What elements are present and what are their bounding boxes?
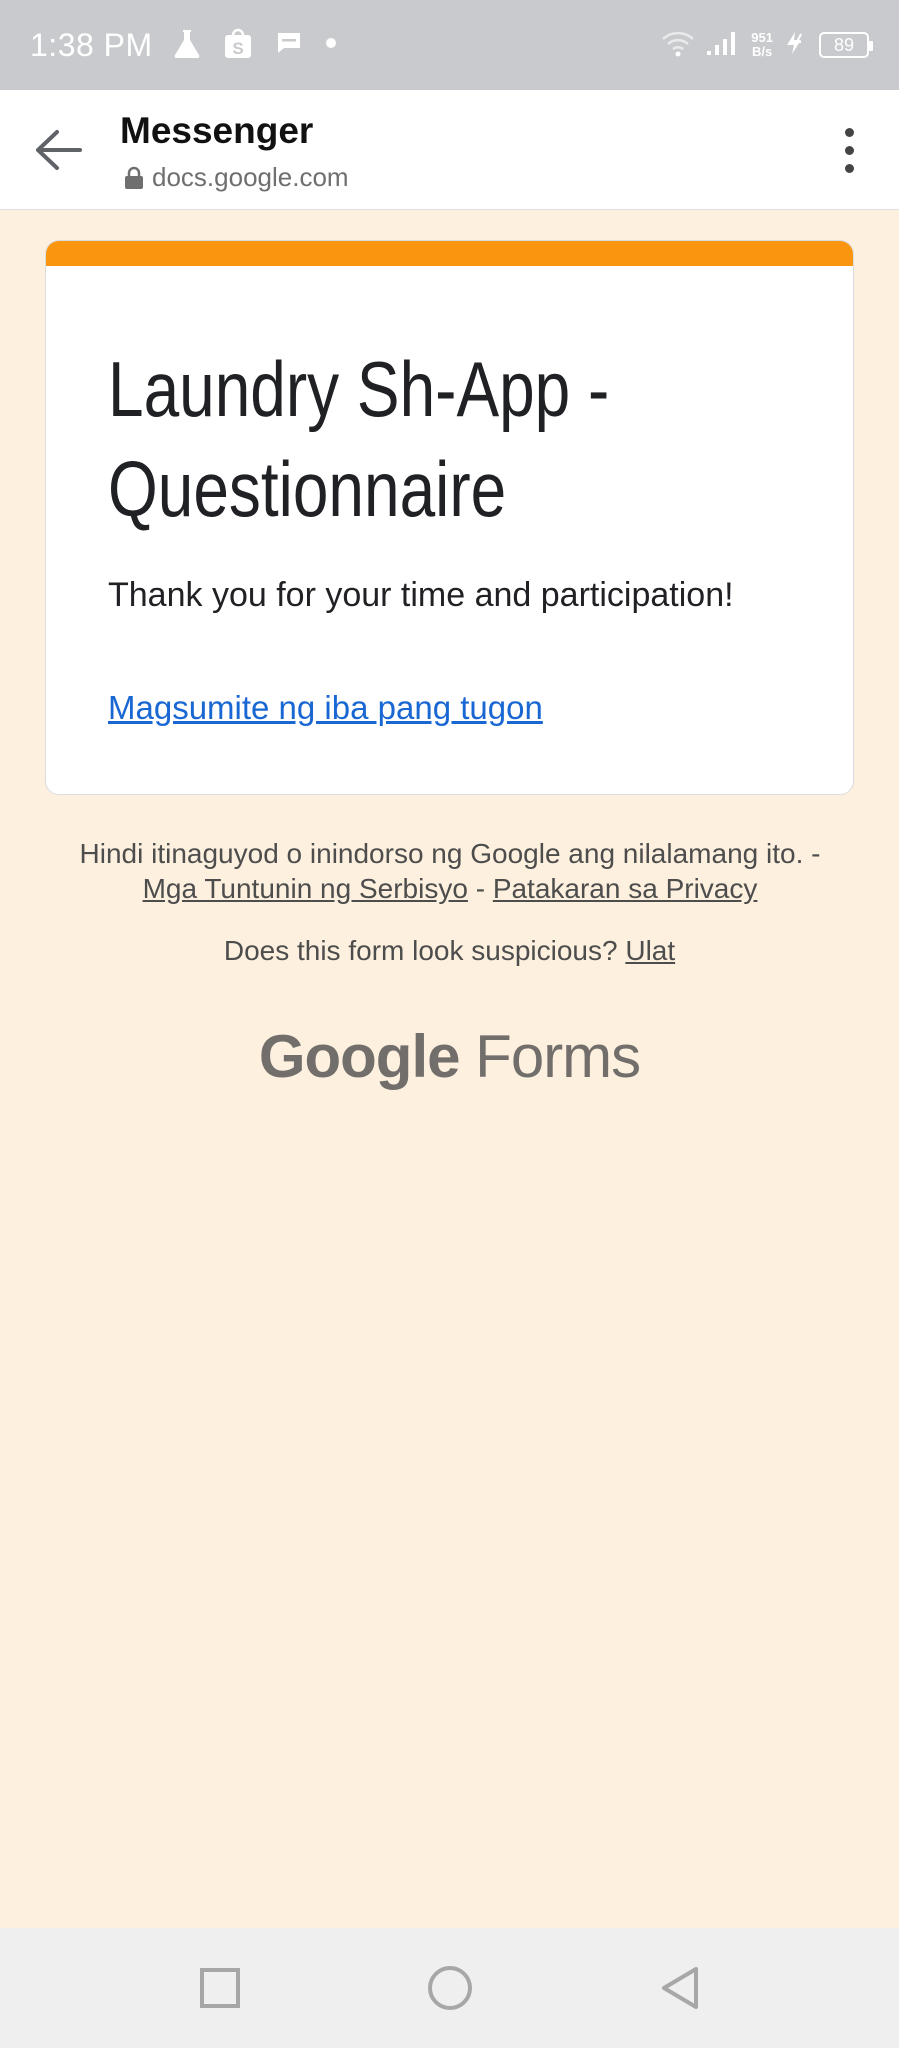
notification-icons: S [173,27,337,64]
form-title: Laundry Sh-App - Questionnaire [108,339,682,539]
google-forms-logo[interactable]: Google Forms [0,1022,899,1091]
submit-another-response-link[interactable]: Magsumite ng iba pang tugon [108,689,543,727]
google-disclaimer: Hindi itinaguyod o inindorso ng Google a… [60,836,840,906]
flask-icon [173,28,201,63]
wifi-icon [661,29,695,62]
dot-icon [325,36,337,54]
shopping-bag-icon: S [223,27,253,64]
url-text: docs.google.com [152,162,349,192]
disclaimer-separator: - [467,873,493,904]
system-nav-bar [0,1928,899,2048]
confirmation-message: Thank you for your time and participatio… [108,576,734,614]
circle-icon [427,1966,472,2010]
form-card: Laundry Sh-App - Questionnaire Thank you… [45,240,854,795]
charging-icon [783,30,809,61]
message-icon [275,30,303,61]
status-bar: 1:38 PM S 951 B/s 89 [0,0,899,90]
app-title: Messenger [120,110,314,151]
back-button[interactable] [28,120,88,180]
triangle-back-icon [661,1967,698,2009]
more-vert-icon [844,127,854,137]
signal-icon [705,29,741,62]
square-icon [199,1968,240,2008]
app-bar: Messenger docs.google.com [0,90,899,210]
net-speed-value: 951 [751,30,773,45]
net-speed-unit: B/s [752,44,773,59]
disclaimer-text: Hindi itinaguyod o inindorso ng Google a… [79,838,821,869]
back-arrow-icon [36,130,82,170]
recents-button[interactable] [195,1963,245,2013]
network-speed: 951 B/s [751,31,773,59]
report-abuse-line: Does this form look suspicious? Ulat [0,935,899,967]
report-link[interactable]: Ulat [625,935,675,966]
logo-forms-word: Forms [475,1023,641,1090]
back-nav-button[interactable] [655,1963,705,2013]
privacy-policy-link[interactable]: Patakaran sa Privacy [493,873,758,904]
form-title-line2: Questionnaire [108,445,507,533]
lock-icon [125,166,143,189]
logo-google-word: Google [258,1023,461,1090]
status-time: 1:38 PM [30,26,153,63]
overflow-menu-button[interactable] [819,115,879,185]
suspicious-question: Does this form look suspicious? [223,935,626,966]
battery-icon: 89 [819,32,873,58]
page-url: docs.google.com [124,162,349,193]
terms-of-service-link[interactable]: Mga Tuntunin ng Serbisyo [143,873,468,904]
home-button[interactable] [425,1963,475,2013]
card-accent-bar [46,241,853,266]
battery-level: 89 [833,34,855,55]
form-title-line1: Laundry Sh-App - [108,345,610,433]
svg-text:S: S [232,39,243,58]
system-icons: 951 B/s 89 [661,29,873,62]
